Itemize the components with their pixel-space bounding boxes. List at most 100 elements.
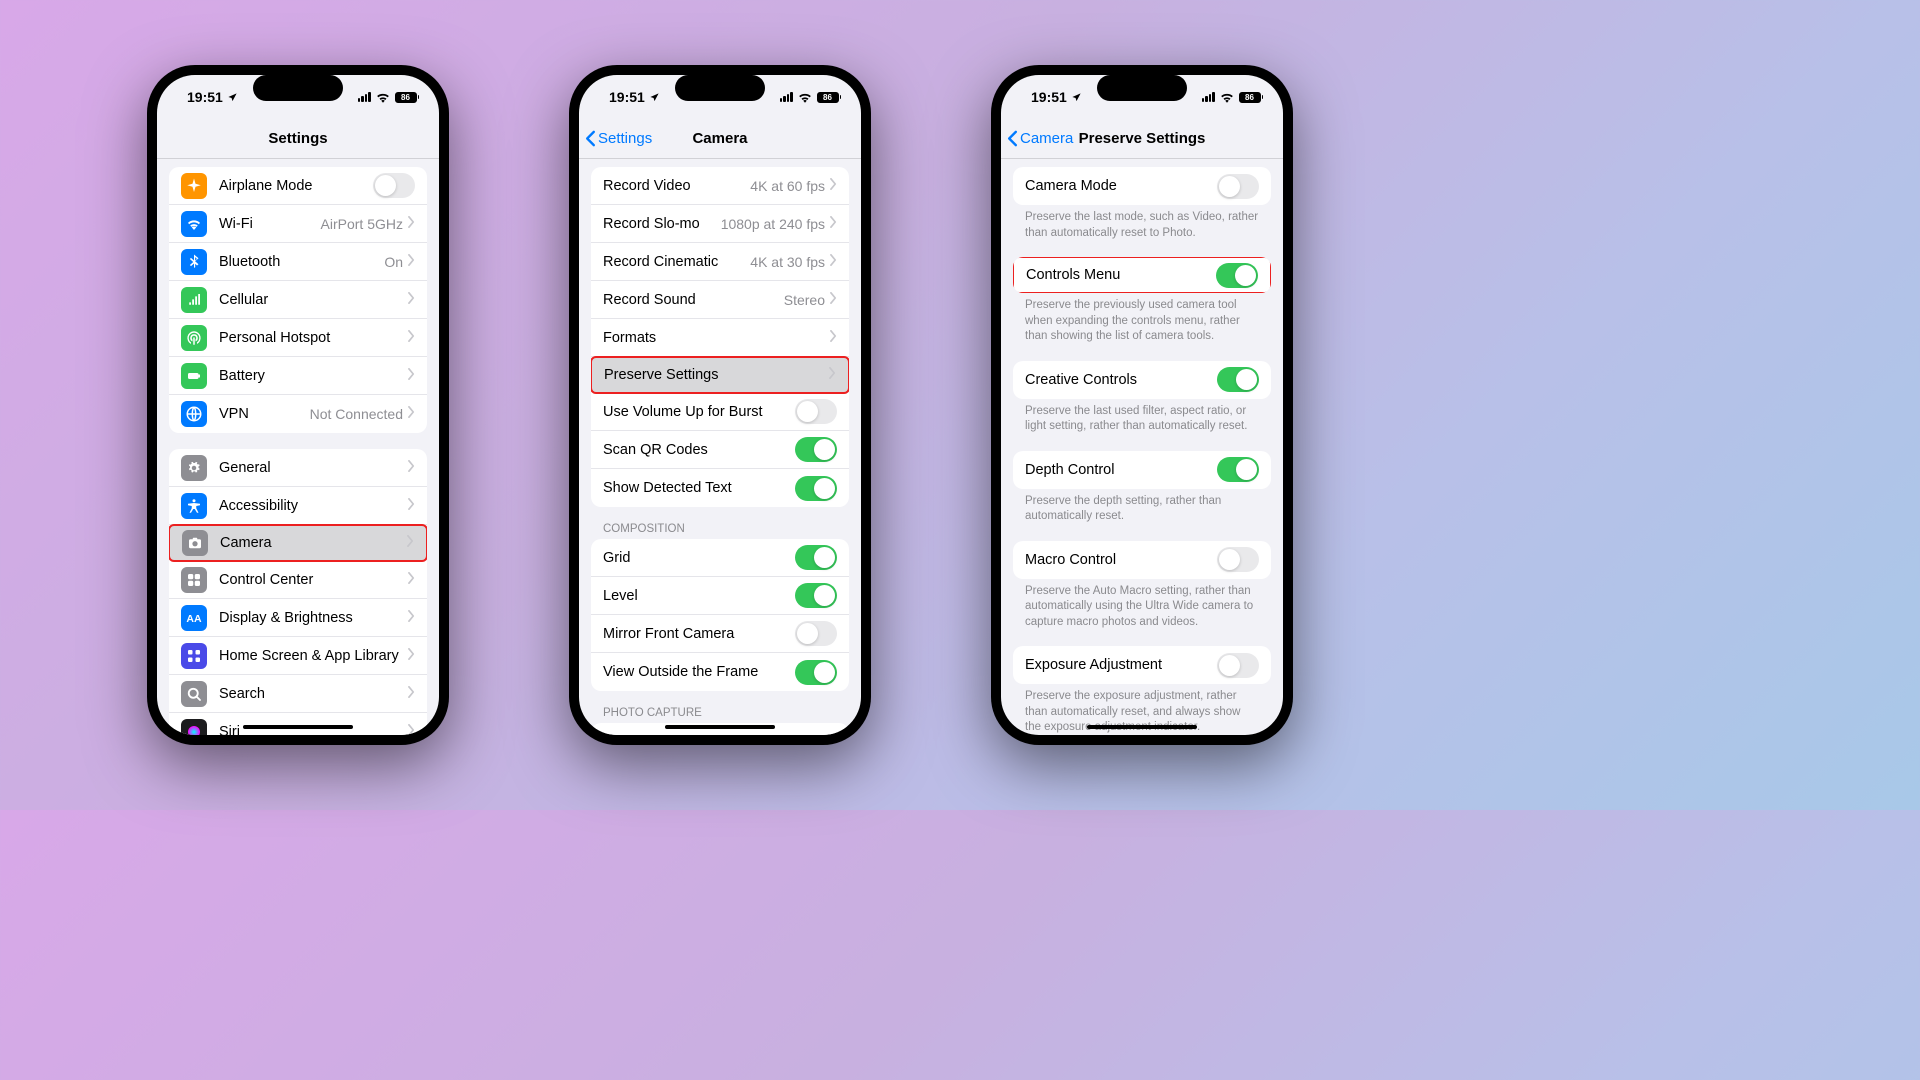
row-depth-control[interactable]: Depth Control [1013,451,1271,489]
row-home-screen[interactable]: Home Screen & App Library [169,637,427,675]
row-macro-control[interactable]: Macro Control [1013,541,1271,579]
controls-menu-toggle[interactable] [1216,263,1258,288]
row-search[interactable]: Search [169,675,427,713]
row-preserve-settings[interactable]: Preserve Settings [591,356,849,394]
status-time: 19:51 [609,89,645,105]
accessibility-icon [181,493,207,519]
depth-control-label: Depth Control [1025,462,1217,478]
row-camera-mode[interactable]: Camera Mode [1013,167,1271,205]
search-label: Search [219,686,408,702]
vpn-icon [181,401,207,427]
depth-control-toggle[interactable] [1217,457,1259,482]
bluetooth-icon [181,249,207,275]
chevron-icon [408,686,415,702]
page-title: Settings [268,130,327,147]
level-toggle[interactable] [795,583,837,608]
chevron-icon [407,535,414,551]
home-indicator[interactable] [665,725,775,729]
home-screen-icon [181,643,207,669]
row-record-cinematic[interactable]: Record Cinematic4K at 30 fps [591,243,849,281]
navbar: Settings Camera [579,119,861,159]
row-record-video[interactable]: Record Video4K at 60 fps [591,167,849,205]
home-indicator[interactable] [243,725,353,729]
view-outside-toggle[interactable] [795,660,837,685]
row-view-outside[interactable]: View Outside the Frame [591,653,849,691]
group-macro-control: Macro Control [1013,541,1271,579]
row-accessibility[interactable]: Accessibility [169,487,427,525]
wifi-icon [376,92,390,103]
chevron-icon [408,368,415,384]
general-label: General [219,460,408,476]
row-cellular[interactable]: Cellular [169,281,427,319]
cellular-label: Cellular [219,292,408,308]
phone-preserve-settings: 19:51 86 Camera Preserve Settings Camera… [991,65,1293,745]
general-icon [181,455,207,481]
camera-mode-toggle[interactable] [1217,174,1259,199]
mirror-front-toggle[interactable] [795,621,837,646]
row-level[interactable]: Level [591,577,849,615]
home-screen-label: Home Screen & App Library [219,648,408,664]
scan-qr-toggle[interactable] [795,437,837,462]
row-creative-controls[interactable]: Creative Controls [1013,361,1271,399]
phone-settings: 19:51 86 Settings Airplane ModeWi-FiAirP… [147,65,449,745]
row-record-sound[interactable]: Record SoundStereo [591,281,849,319]
chevron-icon [408,610,415,626]
chevron-icon [830,734,837,735]
chevron-icon [408,406,415,422]
home-indicator[interactable] [1087,725,1197,729]
macro-control-toggle[interactable] [1217,547,1259,572]
row-volume-burst[interactable]: Use Volume Up for Burst [591,393,849,431]
grid-toggle[interactable] [795,545,837,570]
back-button[interactable]: Settings [585,130,652,147]
row-grid[interactable]: Grid [591,539,849,577]
row-formats[interactable]: Formats [591,319,849,357]
row-detected-text[interactable]: Show Detected Text [591,469,849,507]
volume-burst-label: Use Volume Up for Burst [603,404,795,420]
row-siri[interactable]: Siri [169,713,427,735]
creative-controls-toggle[interactable] [1217,367,1259,392]
airplane-icon [181,173,207,199]
chevron-icon [830,216,837,232]
control-center-icon [181,567,207,593]
back-button[interactable]: Camera [1007,130,1073,147]
preserve-settings-label: Preserve Settings [604,367,829,383]
record-sound-label: Record Sound [603,292,784,308]
row-wifi[interactable]: Wi-FiAirPort 5GHz [169,205,427,243]
row-airplane[interactable]: Airplane Mode [169,167,427,205]
row-bluetooth[interactable]: BluetoothOn [169,243,427,281]
control-center-label: Control Center [219,572,408,588]
chevron-icon [830,330,837,346]
row-general[interactable]: General [169,449,427,487]
row-battery[interactable]: Battery [169,357,427,395]
row-control-center[interactable]: Control Center [169,561,427,599]
chevron-icon [408,460,415,476]
cellular-icon [181,287,207,313]
row-scan-qr[interactable]: Scan QR Codes [591,431,849,469]
chevron-icon [408,330,415,346]
chevron-icon [408,254,415,270]
screen-preserve-settings: 19:51 86 Camera Preserve Settings Camera… [1001,75,1283,735]
exposure-adjustment-toggle[interactable] [1217,653,1259,678]
row-display[interactable]: AADisplay & Brightness [169,599,427,637]
cellular-signal-icon [1202,92,1215,102]
wifi-icon [1220,92,1234,103]
level-label: Level [603,588,795,604]
airplane-toggle[interactable] [373,173,415,198]
row-record-slomo[interactable]: Record Slo-mo1080p at 240 fps [591,205,849,243]
row-exposure-adjustment[interactable]: Exposure Adjustment [1013,646,1271,684]
row-camera[interactable]: Camera [169,524,427,562]
battery-label: Battery [219,368,408,384]
page-title: Preserve Settings [1079,130,1206,147]
row-mirror-front[interactable]: Mirror Front Camera [591,615,849,653]
macro-control-footer: Preserve the Auto Macro setting, rather … [1001,579,1283,641]
row-hotspot[interactable]: Personal Hotspot [169,319,427,357]
row-vpn[interactable]: VPNNot Connected [169,395,427,433]
svg-text:AA: AA [186,612,202,624]
wifi-icon [798,92,812,103]
row-controls-menu[interactable]: Controls Menu [1013,257,1271,293]
volume-burst-toggle[interactable] [795,399,837,424]
group-camera-mode: Camera Mode [1013,167,1271,205]
record-cinematic-label: Record Cinematic [603,254,750,270]
detected-text-toggle[interactable] [795,476,837,501]
siri-icon [181,719,207,736]
